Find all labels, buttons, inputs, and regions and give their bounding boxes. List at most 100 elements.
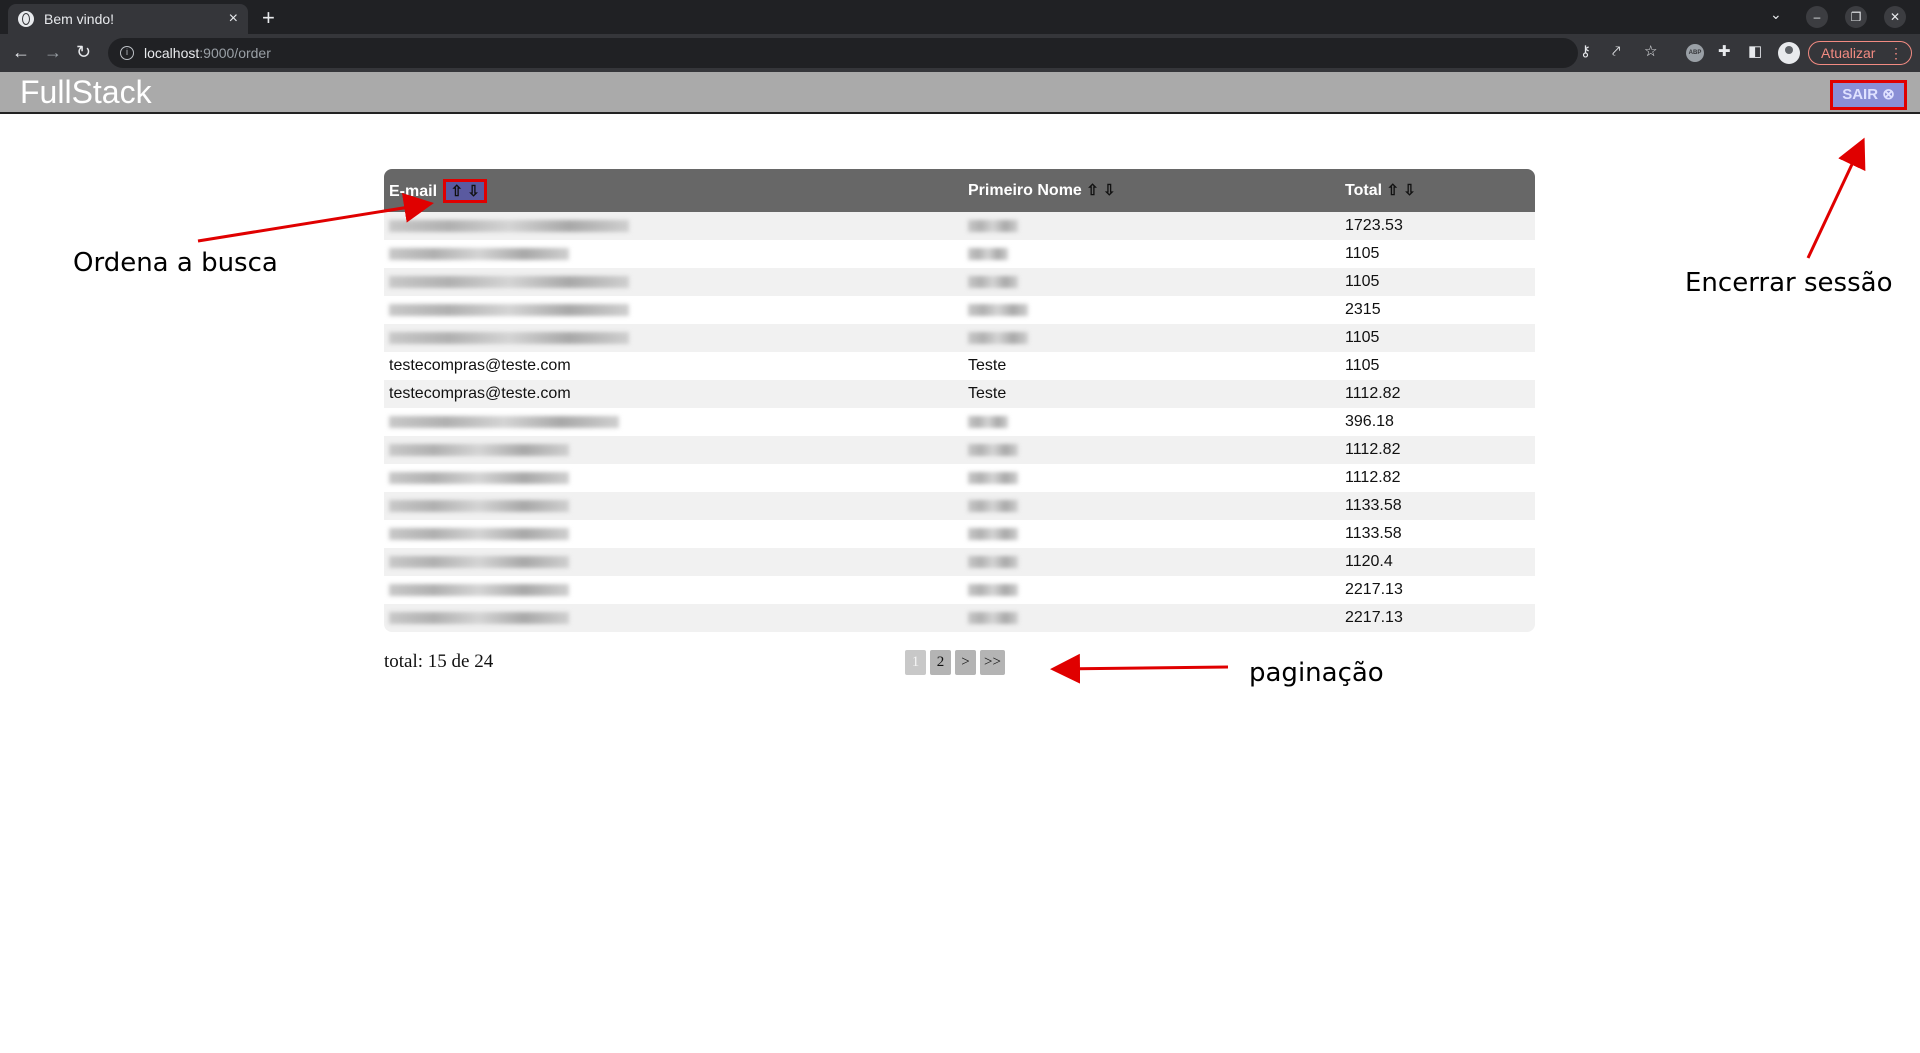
back-icon[interactable]: ← — [12, 42, 30, 62]
redacted-text — [968, 331, 1028, 344]
annotation-logout: Encerrar sessão — [1685, 268, 1893, 298]
cell-total: 2217.13 — [1345, 609, 1403, 626]
table-body: 1723.53 1105 1105 2315 1105 testecompras@test… — [384, 212, 1535, 632]
cell-total: 1105 — [1345, 357, 1380, 374]
url-host: localhost — [144, 45, 200, 61]
redacted-text — [968, 247, 1008, 260]
header-email: E-mail ⇧ ⇩ — [384, 169, 963, 212]
redacted-text — [389, 499, 569, 512]
table-row: 1133.58 — [384, 492, 1535, 520]
redacted-text — [968, 583, 1018, 596]
adblock-icon[interactable]: ABP — [1686, 44, 1704, 62]
cell-first-name: Teste — [968, 357, 1007, 374]
sort-email-arrows-icon[interactable]: ⇧ ⇩ — [443, 178, 487, 203]
table-row: 2315 — [384, 296, 1535, 324]
redacted-text — [968, 527, 1018, 540]
table-row: 1105 — [384, 324, 1535, 352]
browser-tab[interactable]: Bem vindo! × — [8, 4, 248, 34]
cell-first-name — [963, 408, 1340, 436]
key-icon[interactable]: ⚷ — [1580, 43, 1591, 61]
table-row: 1723.53 — [384, 212, 1535, 240]
annotation-pagination: paginação — [1249, 658, 1384, 688]
redacted-text — [968, 219, 1018, 232]
side-panel-icon[interactable]: ◧ — [1748, 43, 1762, 61]
cell-email — [384, 576, 963, 604]
new-tab-button[interactable]: + — [262, 5, 275, 31]
cell-first-name: Teste — [968, 385, 1007, 402]
update-label: Atualizar — [1821, 45, 1876, 61]
annotation-sort: Ordena a busca — [73, 248, 278, 278]
header-total: Total ⇧ ⇩ — [1340, 169, 1535, 212]
cell-email — [384, 268, 963, 296]
restore-icon[interactable]: ❐ — [1845, 6, 1867, 28]
redacted-text — [968, 555, 1018, 568]
table-row: testecompras@teste.com Teste 1105 — [384, 352, 1535, 380]
redacted-text — [389, 527, 569, 540]
reload-icon[interactable]: ↻ — [76, 42, 91, 62]
redacted-text — [389, 471, 569, 484]
table-row: 1105 — [384, 240, 1535, 268]
cell-email — [384, 212, 963, 240]
arrow-to-logout — [1806, 137, 1866, 259]
cell-first-name — [963, 576, 1340, 604]
redacted-text — [968, 499, 1018, 512]
cell-total: 1105 — [1345, 329, 1380, 346]
site-info-icon[interactable]: i — [120, 46, 134, 60]
address-bar[interactable]: i localhost :9000/order — [108, 38, 1578, 68]
header-first-name-label: Primeiro Nome — [968, 182, 1082, 199]
bookmark-star-icon[interactable]: ☆ — [1644, 43, 1657, 61]
close-window-icon[interactable]: ✕ — [1884, 6, 1906, 28]
update-button[interactable]: Atualizar ⋮ — [1808, 41, 1912, 65]
menu-dots-icon: ⋮ — [1889, 45, 1903, 61]
tab-search-icon[interactable]: ⌄ — [1770, 6, 1782, 23]
header-email-label: E-mail — [389, 182, 438, 200]
cell-first-name — [963, 604, 1340, 632]
cell-total: 2315 — [1345, 301, 1381, 318]
cell-total: 1723.53 — [1345, 217, 1403, 234]
page-button[interactable]: > — [955, 650, 976, 675]
cell-first-name — [963, 296, 1340, 324]
redacted-text — [389, 583, 569, 596]
page-button[interactable]: 2 — [930, 650, 951, 675]
cell-email — [384, 604, 963, 632]
cell-total: 1105 — [1345, 245, 1380, 262]
cell-first-name — [963, 520, 1340, 548]
share-icon[interactable]: ⤤ — [1612, 43, 1620, 61]
redacted-text — [389, 219, 629, 232]
table-header-row: E-mail ⇧ ⇩ Primeiro Nome ⇧ ⇩ Total ⇧ ⇩ — [384, 169, 1535, 212]
cell-total: 1133.58 — [1345, 525, 1402, 542]
page-button[interactable]: >> — [980, 650, 1005, 675]
cell-email — [384, 548, 963, 576]
sort-total-arrows-icon[interactable]: ⇧ ⇩ — [1386, 182, 1415, 199]
cell-first-name — [963, 240, 1340, 268]
minimize-icon[interactable]: – — [1806, 6, 1828, 28]
redacted-text — [389, 275, 629, 288]
cell-email — [384, 520, 963, 548]
redacted-text — [968, 275, 1018, 288]
redacted-text — [389, 611, 569, 624]
cell-total: 1112.82 — [1345, 469, 1401, 486]
table-row: 1112.82 — [384, 464, 1535, 492]
cell-email — [384, 324, 963, 352]
logout-button[interactable]: SAIR ⊗ — [1830, 80, 1907, 110]
profile-avatar[interactable] — [1778, 42, 1800, 64]
brand-title: FullStack — [20, 74, 152, 110]
page-button[interactable]: 1 — [905, 650, 926, 675]
table-row: 1105 — [384, 268, 1535, 296]
redacted-text — [968, 443, 1018, 456]
sort-first-name-arrows-icon[interactable]: ⇧ ⇩ — [1086, 182, 1115, 199]
forward-icon[interactable]: → — [44, 42, 62, 62]
redacted-text — [968, 611, 1018, 624]
redacted-text — [968, 415, 1008, 428]
browser-tab-strip: Bem vindo! × + ⌄ – ❐ ✕ — [0, 0, 1920, 34]
redacted-text — [968, 303, 1028, 316]
browser-toolbar: ← → ↻ i localhost :9000/order ⚷ ⤤ ☆ ABP … — [0, 34, 1920, 72]
cell-total: 1120.4 — [1345, 553, 1393, 570]
table-row: 1120.4 — [384, 548, 1535, 576]
cell-email: testecompras@teste.com — [389, 385, 571, 402]
tab-title: Bem vindo! — [44, 11, 115, 27]
tab-close-icon[interactable]: × — [229, 10, 238, 28]
total-count: total: 15 de 24 — [384, 651, 494, 672]
cell-email — [384, 436, 963, 464]
extensions-icon[interactable]: ✚ — [1718, 43, 1731, 61]
